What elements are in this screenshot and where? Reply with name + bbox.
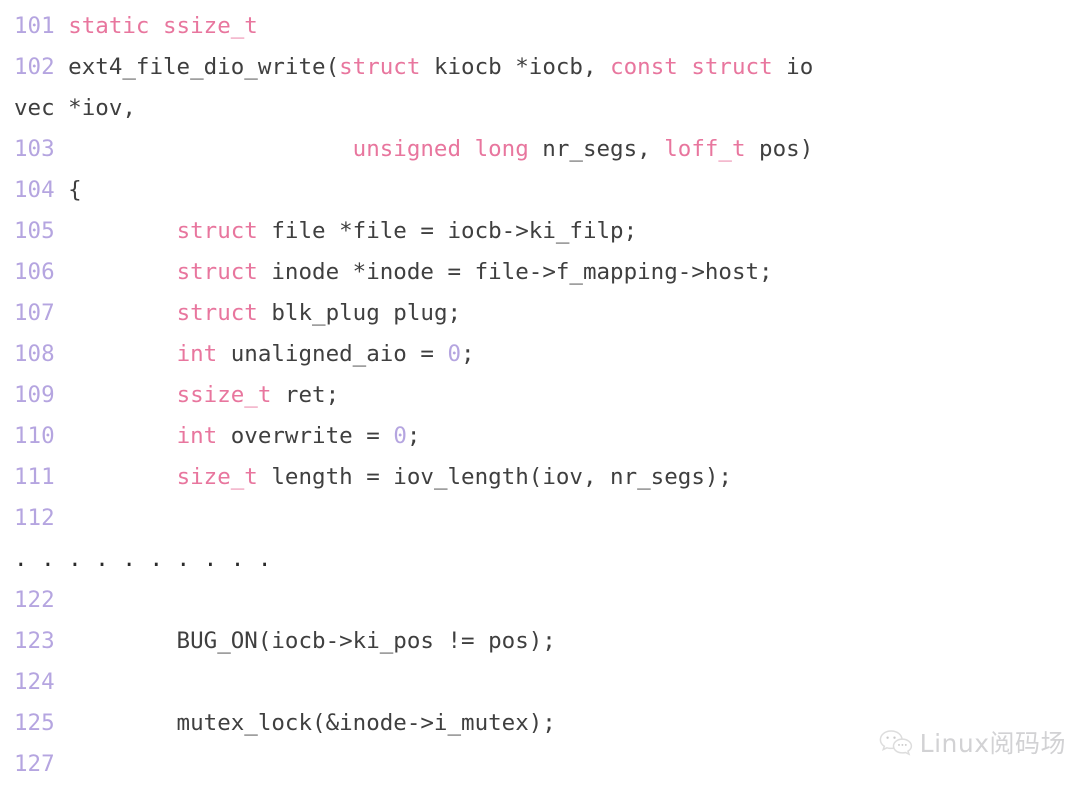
line-number: 101 <box>14 13 55 39</box>
code-lines-container: 101 static ssize_t 102 ext4_file_dio_writ… <box>14 6 1074 785</box>
code-line: 103 unsigned long nr_segs, loff_t pos) <box>14 129 1074 170</box>
code-keyword: const struct <box>610 54 773 80</box>
code-keyword: int <box>176 341 218 367</box>
code-text: blk_plug plug; <box>257 300 462 326</box>
code-line: vec *iov, <box>14 88 1074 129</box>
line-number: 108 <box>14 341 55 367</box>
code-keyword: struct <box>176 300 258 326</box>
ellipsis-dots: . . . . . . . . . . <box>14 546 272 572</box>
code-text: ret; <box>271 382 340 408</box>
code-line: 123 BUG_ON(iocb->ki_pos != pos); <box>14 621 1074 662</box>
line-number: 109 <box>14 382 55 408</box>
code-line: 101 static ssize_t <box>14 6 1074 47</box>
code-keyword: int <box>176 423 218 449</box>
line-number: 127 <box>14 751 55 777</box>
code-text: ext4_file_dio_write( <box>54 54 340 80</box>
code-line: 102 ext4_file_dio_write(struct kiocb *io… <box>14 47 1074 88</box>
code-text: ; <box>406 423 421 449</box>
code-line: 110 int overwrite = 0; <box>14 416 1074 457</box>
line-number: 103 <box>14 136 55 162</box>
code-keyword: size_t <box>176 464 258 490</box>
code-keyword: unsigned long <box>352 136 529 162</box>
code-line: 112 <box>14 498 1074 539</box>
code-text: length = iov_length(iov, nr_segs); <box>257 464 732 490</box>
code-line: 125 mutex_lock(&inode->i_mutex); <box>14 703 1074 744</box>
code-text: { <box>54 177 82 203</box>
code-ellipsis-line: . . . . . . . . . . <box>14 539 1074 580</box>
code-text: overwrite = <box>217 423 394 449</box>
line-number: 123 <box>14 628 55 654</box>
code-keyword: loff_t <box>664 136 746 162</box>
line-number: 106 <box>14 259 55 285</box>
code-line: 107 struct blk_plug plug; <box>14 293 1074 334</box>
line-number: 124 <box>14 669 55 695</box>
line-number: 104 <box>14 177 55 203</box>
code-text: io <box>772 54 814 80</box>
code-line: 109 ssize_t ret; <box>14 375 1074 416</box>
code-text: nr_segs, <box>528 136 665 162</box>
code-number: 0 <box>393 423 407 449</box>
code-text: pos) <box>745 136 814 162</box>
code-line: 104 { <box>14 170 1074 211</box>
code-line: 105 struct file *file = iocb->ki_filp; <box>14 211 1074 252</box>
code-text: kiocb *iocb, <box>420 54 611 80</box>
line-number: 125 <box>14 710 55 736</box>
code-text: BUG_ON(iocb->ki_pos != pos); <box>54 628 556 654</box>
code-text: ; <box>461 341 475 367</box>
code-line: 106 struct inode *inode = file->f_mappin… <box>14 252 1074 293</box>
code-keyword: struct <box>176 218 258 244</box>
code-line: 124 <box>14 662 1074 703</box>
code-text: vec *iov, <box>14 95 136 121</box>
code-text: unaligned_aio = <box>217 341 448 367</box>
code-keyword: ssize_t <box>176 382 272 408</box>
code-keyword: struct <box>339 54 421 80</box>
code-line: 122 <box>14 580 1074 621</box>
code-line: 127 <box>14 744 1074 785</box>
line-number: 111 <box>14 464 55 490</box>
line-number: 102 <box>14 54 55 80</box>
line-number: 105 <box>14 218 55 244</box>
line-number: 122 <box>14 587 55 613</box>
line-number: 107 <box>14 300 55 326</box>
code-number: 0 <box>447 341 462 367</box>
code-keyword: struct <box>176 259 258 285</box>
code-text: mutex_lock(&inode->i_mutex); <box>54 710 556 736</box>
code-line: 108 int unaligned_aio = 0; <box>14 334 1074 375</box>
line-number: 110 <box>14 423 55 449</box>
code-line: 111 size_t length = iov_length(iov, nr_s… <box>14 457 1074 498</box>
code-text: inode *inode = file->f_mapping->host; <box>257 259 773 285</box>
code-listing-viewer: 101 static ssize_t 102 ext4_file_dio_writ… <box>0 0 1080 785</box>
code-text: file *file = iocb->ki_filp; <box>257 218 638 244</box>
line-number: 112 <box>14 505 55 531</box>
code-keyword: static ssize_t <box>68 13 258 39</box>
